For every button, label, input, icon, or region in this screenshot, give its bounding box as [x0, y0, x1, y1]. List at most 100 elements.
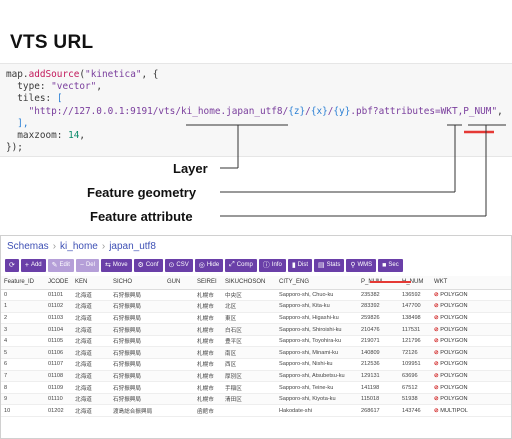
wkt-value: POLYGON — [440, 384, 468, 391]
table-cell: 210476 — [358, 323, 399, 336]
table-cell: 2 — [1, 312, 45, 325]
stats-icon: ▤ — [318, 262, 325, 269]
wkt-value: POLYGON — [440, 338, 468, 345]
hide-button[interactable]: ◎ Hide — [194, 258, 224, 272]
move-button[interactable]: ⇆ Move — [100, 258, 132, 272]
column-header[interactable]: GUN — [164, 276, 194, 290]
csv-icon: ⊙ — [168, 262, 175, 269]
table-cell: 札幌市 — [194, 289, 222, 302]
sec-button[interactable]: ■ Sec — [378, 258, 403, 272]
column-header[interactable]: JCODE — [45, 276, 72, 290]
table-cell: 1 — [1, 300, 45, 313]
table-cell: Sapporo-shi, Chuo-ku — [276, 289, 358, 302]
p-num-column-underline — [370, 281, 411, 283]
table-cell: 7 — [1, 370, 45, 383]
table-cell: Sapporo-shi, Higashi-ku — [276, 312, 358, 325]
csv-button[interactable]: ⊙ CSV — [164, 258, 193, 272]
delete-button[interactable]: − Del — [75, 258, 99, 272]
table-panel: Schemas › ki_home › japan_utf8 ⟳ + Add ✎ Edi… — [0, 235, 512, 439]
breadcrumb-schemas[interactable]: Schemas — [7, 241, 49, 252]
wms-icon: ⚲ — [350, 262, 356, 269]
table-row[interactable]: 1 01102 北海道 石狩振興局 札幌市 北区 Sapporo-shi, Kita-ku 2… — [1, 300, 511, 313]
table-cell: 01107 — [45, 358, 72, 371]
column-header[interactable]: SEIREI — [194, 276, 222, 290]
table-cell: 212536 — [358, 358, 399, 371]
table-cell: 北海道 — [72, 335, 110, 348]
breadcrumb-table[interactable]: japan_utf8 — [109, 241, 156, 252]
table-cell: ⊘ POLYGON — [431, 346, 511, 360]
table-cell: 219071 — [358, 335, 399, 348]
column-header[interactable]: SIKUCHOSON — [222, 276, 276, 290]
comp-button[interactable]: ⤢ Comp — [225, 258, 257, 272]
table-cell: 東区 — [222, 312, 276, 325]
wkt-value: POLYGON — [440, 314, 468, 321]
table-cell — [164, 289, 194, 302]
table-cell: Sapporo-shi, Kita-ku — [276, 300, 358, 313]
column-header[interactable]: CITY_ENG — [276, 276, 358, 290]
table-cell: 北海道 — [72, 289, 110, 302]
table-cell: 4 — [1, 335, 45, 348]
label-layer: Layer — [173, 161, 208, 176]
breadcrumb-separator: › — [101, 240, 106, 252]
table-cell: 石狩振興局 — [110, 289, 164, 302]
plus-button[interactable]: + Add — [20, 258, 46, 272]
table-cell — [164, 393, 194, 406]
table-row[interactable]: 9 01110 北海道 石狩振興局 札幌市 清田区 Sapporo-shi, Kiyota-… — [1, 393, 511, 406]
table-cell: 117531 — [399, 323, 431, 336]
conf-button[interactable]: ⚙ Conf — [133, 258, 163, 272]
conf-icon: ⚙ — [137, 262, 144, 269]
table-cell: 札幌市 — [194, 393, 222, 406]
table-cell: Sapporo-shi, Nishi-ku — [276, 358, 358, 371]
table-cell: 01106 — [45, 346, 72, 360]
table-cell — [164, 358, 194, 371]
table-row[interactable]: 3 01104 北海道 石狩振興局 札幌市 白石区 Sapporo-shi, Shirois… — [1, 323, 511, 336]
refresh-icon: ⟳ — [9, 262, 15, 269]
table-cell: 3 — [1, 323, 45, 336]
table-cell: 235382 — [358, 289, 399, 302]
table-row[interactable]: 8 01109 北海道 石狩振興局 札幌市 手稲区 Sapporo-shi, Teine-k… — [1, 381, 511, 394]
breadcrumb-schema[interactable]: ki_home — [60, 241, 98, 252]
plus-icon: + — [24, 261, 29, 269]
column-header[interactable]: KEN — [72, 276, 110, 290]
table-cell: 01109 — [45, 381, 72, 394]
table-cell: 北海道 — [72, 323, 110, 336]
table-cell — [164, 370, 194, 383]
table-row[interactable]: 4 01105 北海道 石狩振興局 札幌市 豊平区 Sapporo-shi, Toyohir… — [1, 335, 511, 348]
table-row[interactable]: 6 01107 北海道 石狩振興局 札幌市 西区 Sapporo-shi, Nishi-ku… — [1, 358, 511, 371]
toolbar: ⟳ + Add ✎ Edit − Del ⇆ Move ⚙ Conf ⊙ CSV ◎ Hide ⤢ Comp ⓘ I… — [1, 257, 511, 273]
table-cell: 渡島総合振興局 — [110, 404, 164, 418]
delete-icon: − — [79, 261, 84, 269]
table-body: 0 01101 北海道 石狩振興局 札幌市 中央区 Sapporo-shi, Chuo-ku… — [1, 289, 511, 418]
refresh-button[interactable]: ⟳ — [5, 258, 19, 272]
table-row[interactable]: 0 01101 北海道 石狩振興局 札幌市 中央区 Sapporo-shi, Chuo-ku… — [1, 289, 511, 302]
table-cell: ⊘ POLYGON — [431, 381, 511, 394]
table-row[interactable]: 2 01103 北海道 石狩振興局 札幌市 東区 Sapporo-shi, Higashi-… — [1, 312, 511, 325]
table-cell: ⊘ POLYGON — [431, 323, 511, 336]
table-row[interactable]: 10 01202 北海道 渡島総合振興局 函館市 Hakodate-shi 268617 14… — [1, 404, 511, 418]
table-cell: 函館市 — [194, 404, 222, 418]
toolbar-button-label: Comp — [236, 262, 253, 268]
table-cell: ⊘ POLYGON — [431, 289, 511, 302]
info-button[interactable]: ⓘ Info — [258, 258, 286, 272]
column-header[interactable]: SICHO — [110, 276, 164, 290]
toolbar-button-label: Edit — [59, 262, 70, 268]
table-row[interactable]: 7 01108 北海道 石狩振興局 札幌市 厚別区 Sapporo-shi, Atsubet… — [1, 370, 511, 383]
dist-button[interactable]: ▮ Dist — [287, 258, 313, 272]
table-cell: 石狩振興局 — [110, 335, 164, 348]
table-cell: 石狩振興局 — [110, 393, 164, 406]
wms-button[interactable]: ⚲ WMS — [346, 258, 377, 272]
column-header[interactable]: WKT — [431, 276, 511, 290]
wkt-value: POLYGON — [440, 361, 468, 368]
stats-button[interactable]: ▤ Stats — [314, 258, 345, 272]
column-header[interactable]: Feature_ID — [1, 276, 45, 290]
table-cell: 豊平区 — [222, 335, 276, 348]
table-row[interactable]: 5 01106 北海道 石狩振興局 札幌市 南区 Sapporo-shi, Minami-k… — [1, 346, 511, 360]
table-cell: 札幌市 — [194, 300, 222, 313]
table-cell: 厚別区 — [222, 370, 276, 383]
table-cell: 札幌市 — [194, 335, 222, 348]
edit-button[interactable]: ✎ Edit — [47, 258, 74, 272]
table-cell — [164, 381, 194, 394]
label-feature-attribute: Feature attribute — [90, 209, 193, 224]
table-header-row: Feature_ID JCODE KEN SICHO GUN SEIREI SIKUCHOS… — [1, 276, 511, 290]
table-cell: 9 — [1, 393, 45, 406]
